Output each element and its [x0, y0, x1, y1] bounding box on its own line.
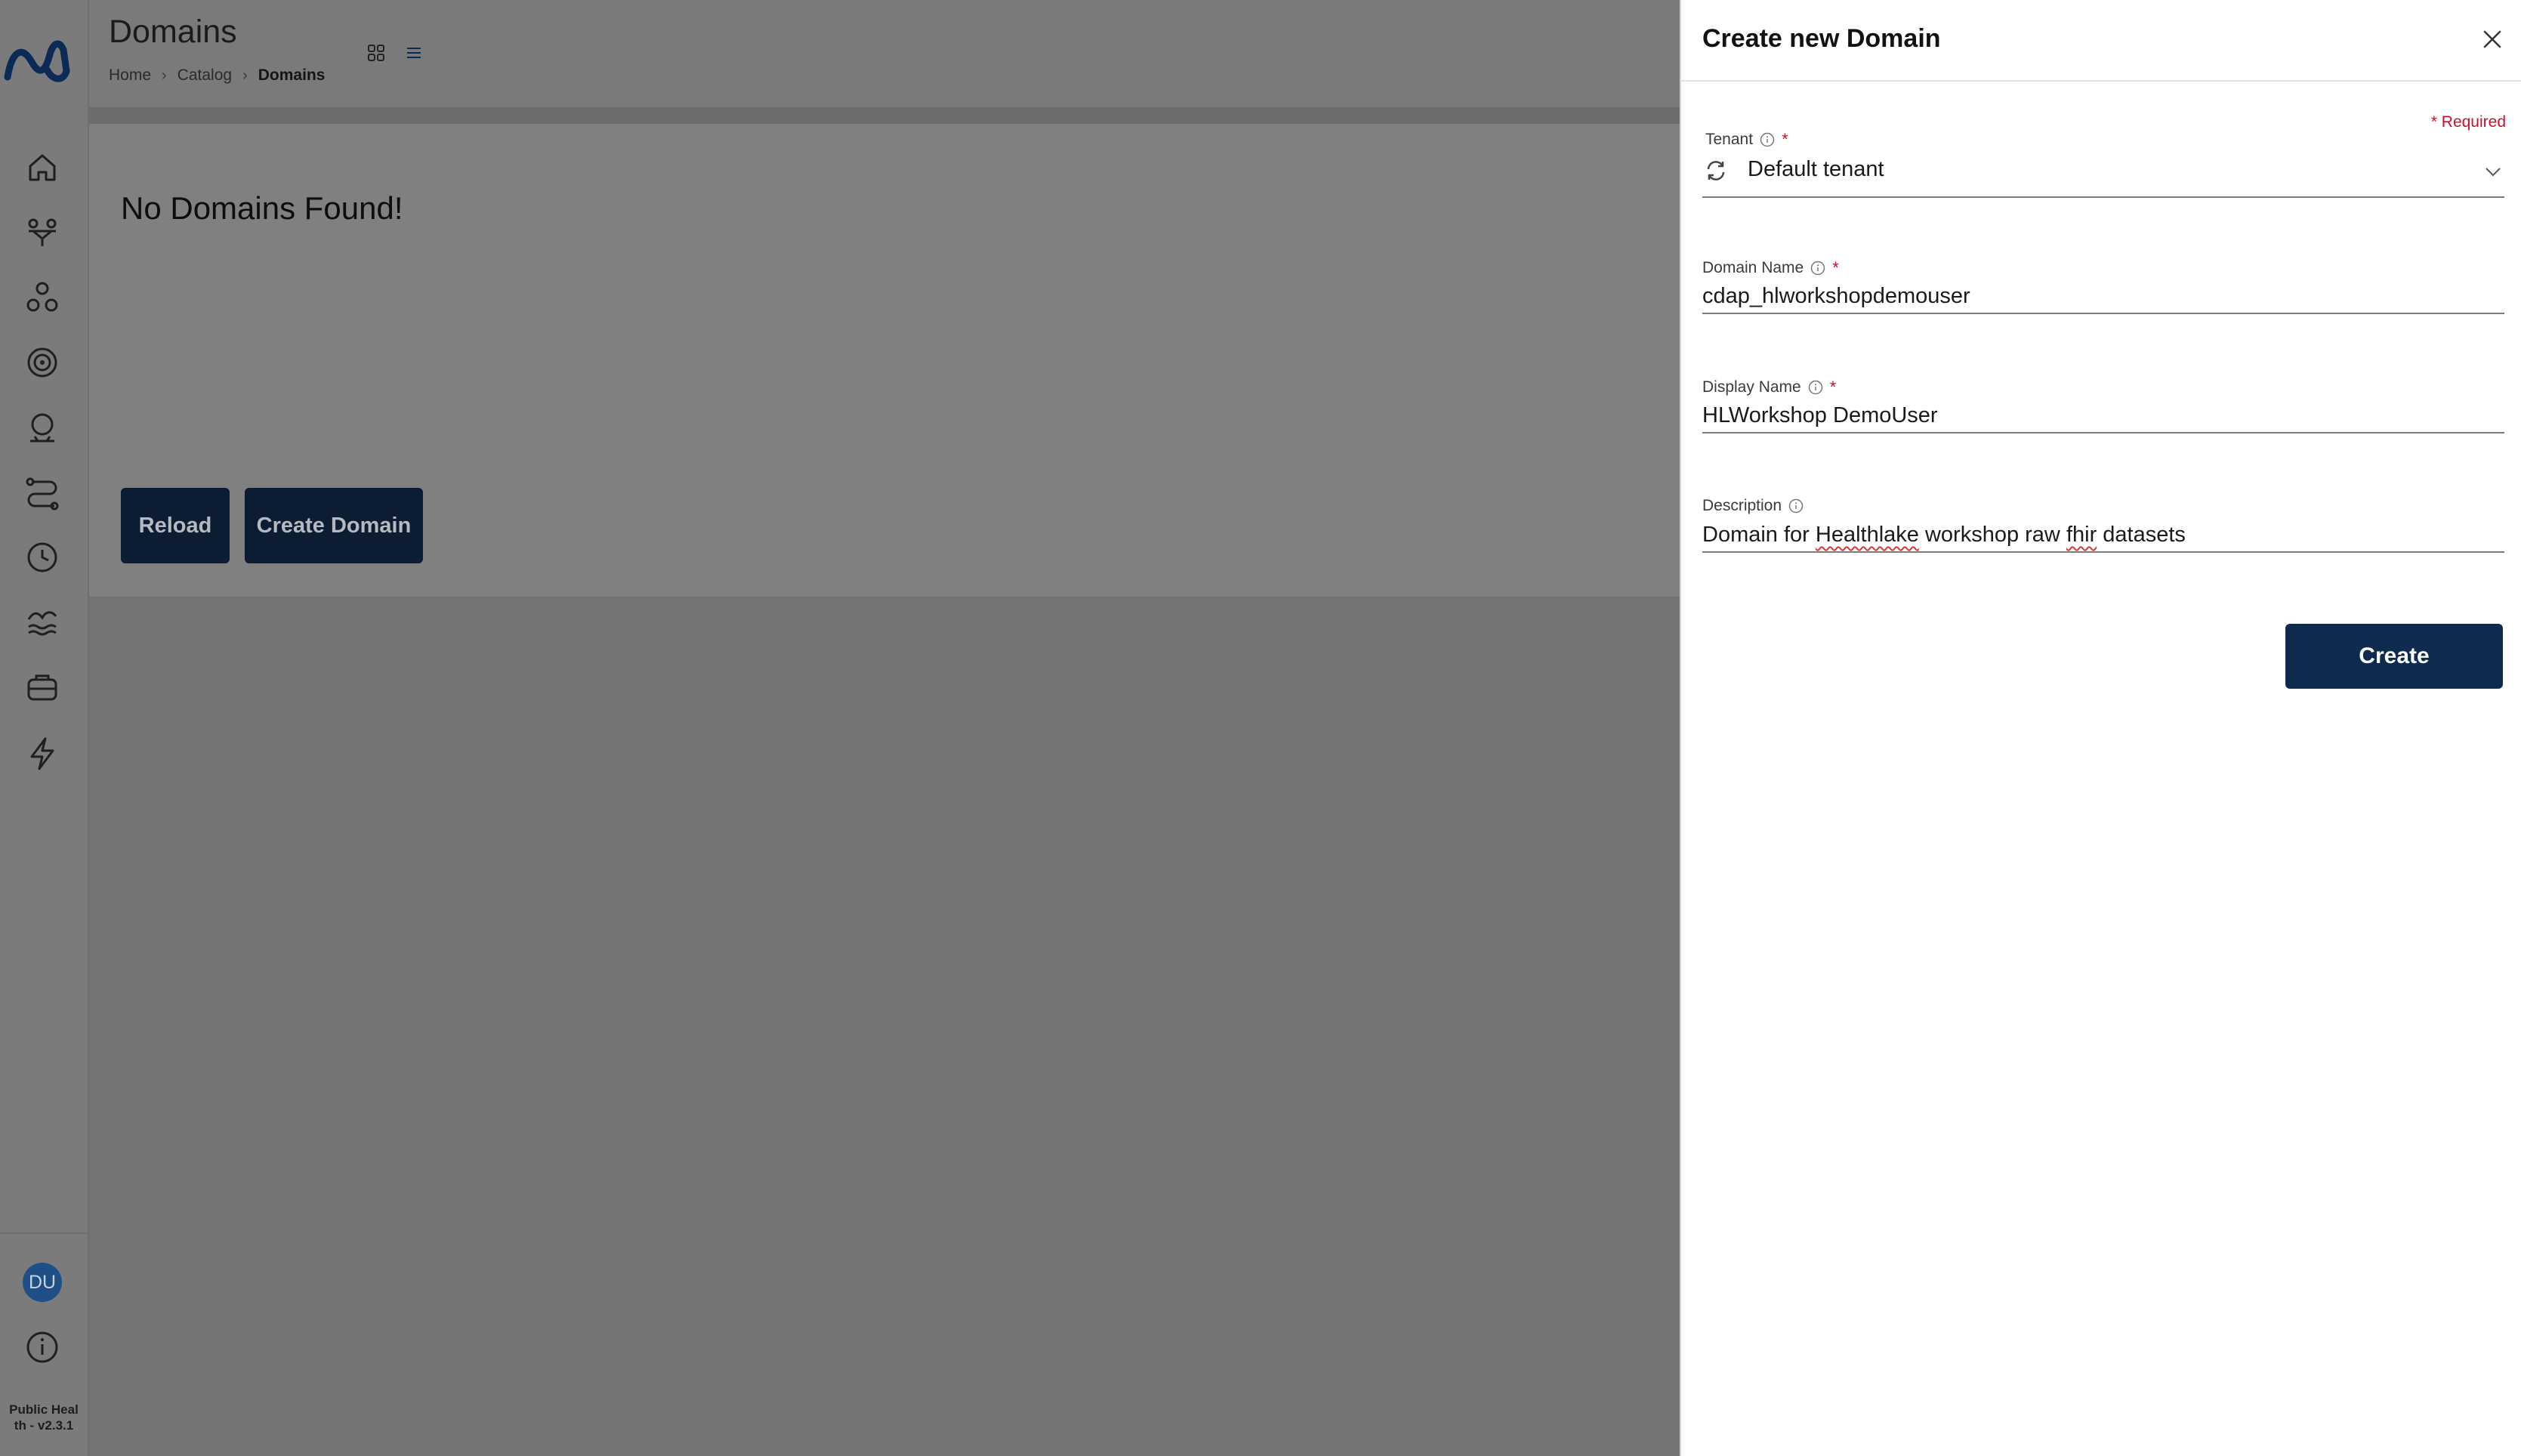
spellcheck-word: Healthlake — [1815, 523, 1919, 547]
tenant-label-text: Tenant — [1705, 131, 1754, 148]
governance-icon[interactable] — [21, 341, 63, 384]
chevron-right-icon: › — [242, 66, 248, 84]
spellcheck-word: fhir — [2066, 523, 2097, 547]
description-label-text: Description — [1702, 497, 1782, 514]
create-domain-button[interactable]: Create Domain — [245, 488, 423, 563]
domain-name-input[interactable]: cdap_hlworkshopdemouser — [1702, 284, 1970, 309]
grid-view-icon[interactable] — [364, 41, 388, 65]
description-label: Description — [1702, 497, 1804, 515]
sidebar: DU Public Heal th - v2.3.1 — [0, 0, 89, 1456]
app-logo[interactable] — [3, 27, 71, 89]
info-icon[interactable] — [1759, 131, 1776, 148]
events-icon[interactable] — [21, 733, 63, 775]
description-input[interactable]: Domain for Healthlake workshop raw fhir … — [1702, 523, 2186, 548]
info-icon[interactable] — [1807, 379, 1824, 396]
tenant-underline — [1702, 196, 2504, 198]
page-title: Domains — [109, 14, 237, 50]
display-name-label: Display Name * — [1702, 378, 1836, 397]
description-text: datasets — [2097, 523, 2186, 547]
list-view-icon[interactable] — [402, 41, 426, 65]
data-sources-icon[interactable] — [21, 211, 63, 254]
description-text: workshop raw — [1918, 523, 2066, 547]
create-button[interactable]: Create — [2285, 624, 2503, 689]
empty-state-message: No Domains Found! — [121, 190, 403, 226]
tenant-select[interactable]: Default tenant — [1748, 157, 1884, 182]
app-version: Public Heal th - v2.3.1 — [0, 1402, 88, 1433]
home-icon[interactable] — [21, 147, 63, 189]
page-header: Domains Home › Catalog › Domains — [89, 0, 1680, 107]
drawer-title: Create new Domain — [1702, 24, 1941, 53]
header-shadow — [89, 107, 1680, 124]
breadcrumb-domains: Domains — [258, 66, 326, 84]
pipelines-icon[interactable] — [21, 471, 63, 514]
display-name-underline — [1702, 432, 2504, 433]
breadcrumb-home[interactable]: Home — [109, 66, 151, 85]
required-asterisk: * — [1782, 130, 1788, 149]
user-avatar[interactable]: DU — [23, 1263, 62, 1302]
create-domain-drawer: Create new Domain * Required Tenant * De… — [1680, 0, 2521, 1456]
scheduler-icon[interactable] — [21, 536, 63, 578]
description-underline — [1702, 551, 2504, 553]
domain-name-label-text: Domain Name — [1702, 259, 1804, 276]
tenant-label: Tenant * — [1705, 130, 1788, 150]
user-activity-icon[interactable] — [21, 406, 63, 449]
breadcrumb: Home › Catalog › Domains — [109, 66, 325, 85]
display-name-input[interactable]: HLWorkshop DemoUser — [1702, 403, 1938, 428]
info-icon[interactable] — [1810, 260, 1826, 276]
info-icon[interactable] — [21, 1326, 63, 1368]
breadcrumb-catalog[interactable]: Catalog — [177, 66, 232, 85]
domain-name-label: Domain Name * — [1702, 258, 1839, 278]
required-asterisk: * — [1832, 258, 1839, 277]
chevron-right-icon: › — [162, 66, 167, 84]
drawer-divider — [1681, 80, 2521, 82]
content-background — [89, 597, 1680, 1456]
reload-button[interactable]: Reload — [121, 488, 230, 563]
info-icon[interactable] — [1788, 498, 1804, 514]
description-text: Domain for — [1702, 523, 1816, 547]
display-name-label-text: Display Name — [1702, 378, 1801, 396]
version-line-2: th - v2.3.1 — [14, 1418, 74, 1433]
sidebar-divider — [0, 1232, 88, 1234]
data-lake-icon[interactable] — [21, 601, 63, 643]
catalog-icon[interactable] — [21, 666, 63, 708]
version-line-1: Public Heal — [9, 1402, 79, 1417]
close-icon[interactable] — [2479, 26, 2506, 53]
sync-icon — [1702, 157, 1730, 184]
chevron-down-icon[interactable] — [2482, 160, 2504, 183]
connections-icon[interactable] — [21, 276, 63, 319]
required-asterisk: * — [1829, 378, 1837, 396]
domain-name-underline — [1702, 313, 2504, 314]
required-note: * Required — [2430, 113, 2506, 131]
